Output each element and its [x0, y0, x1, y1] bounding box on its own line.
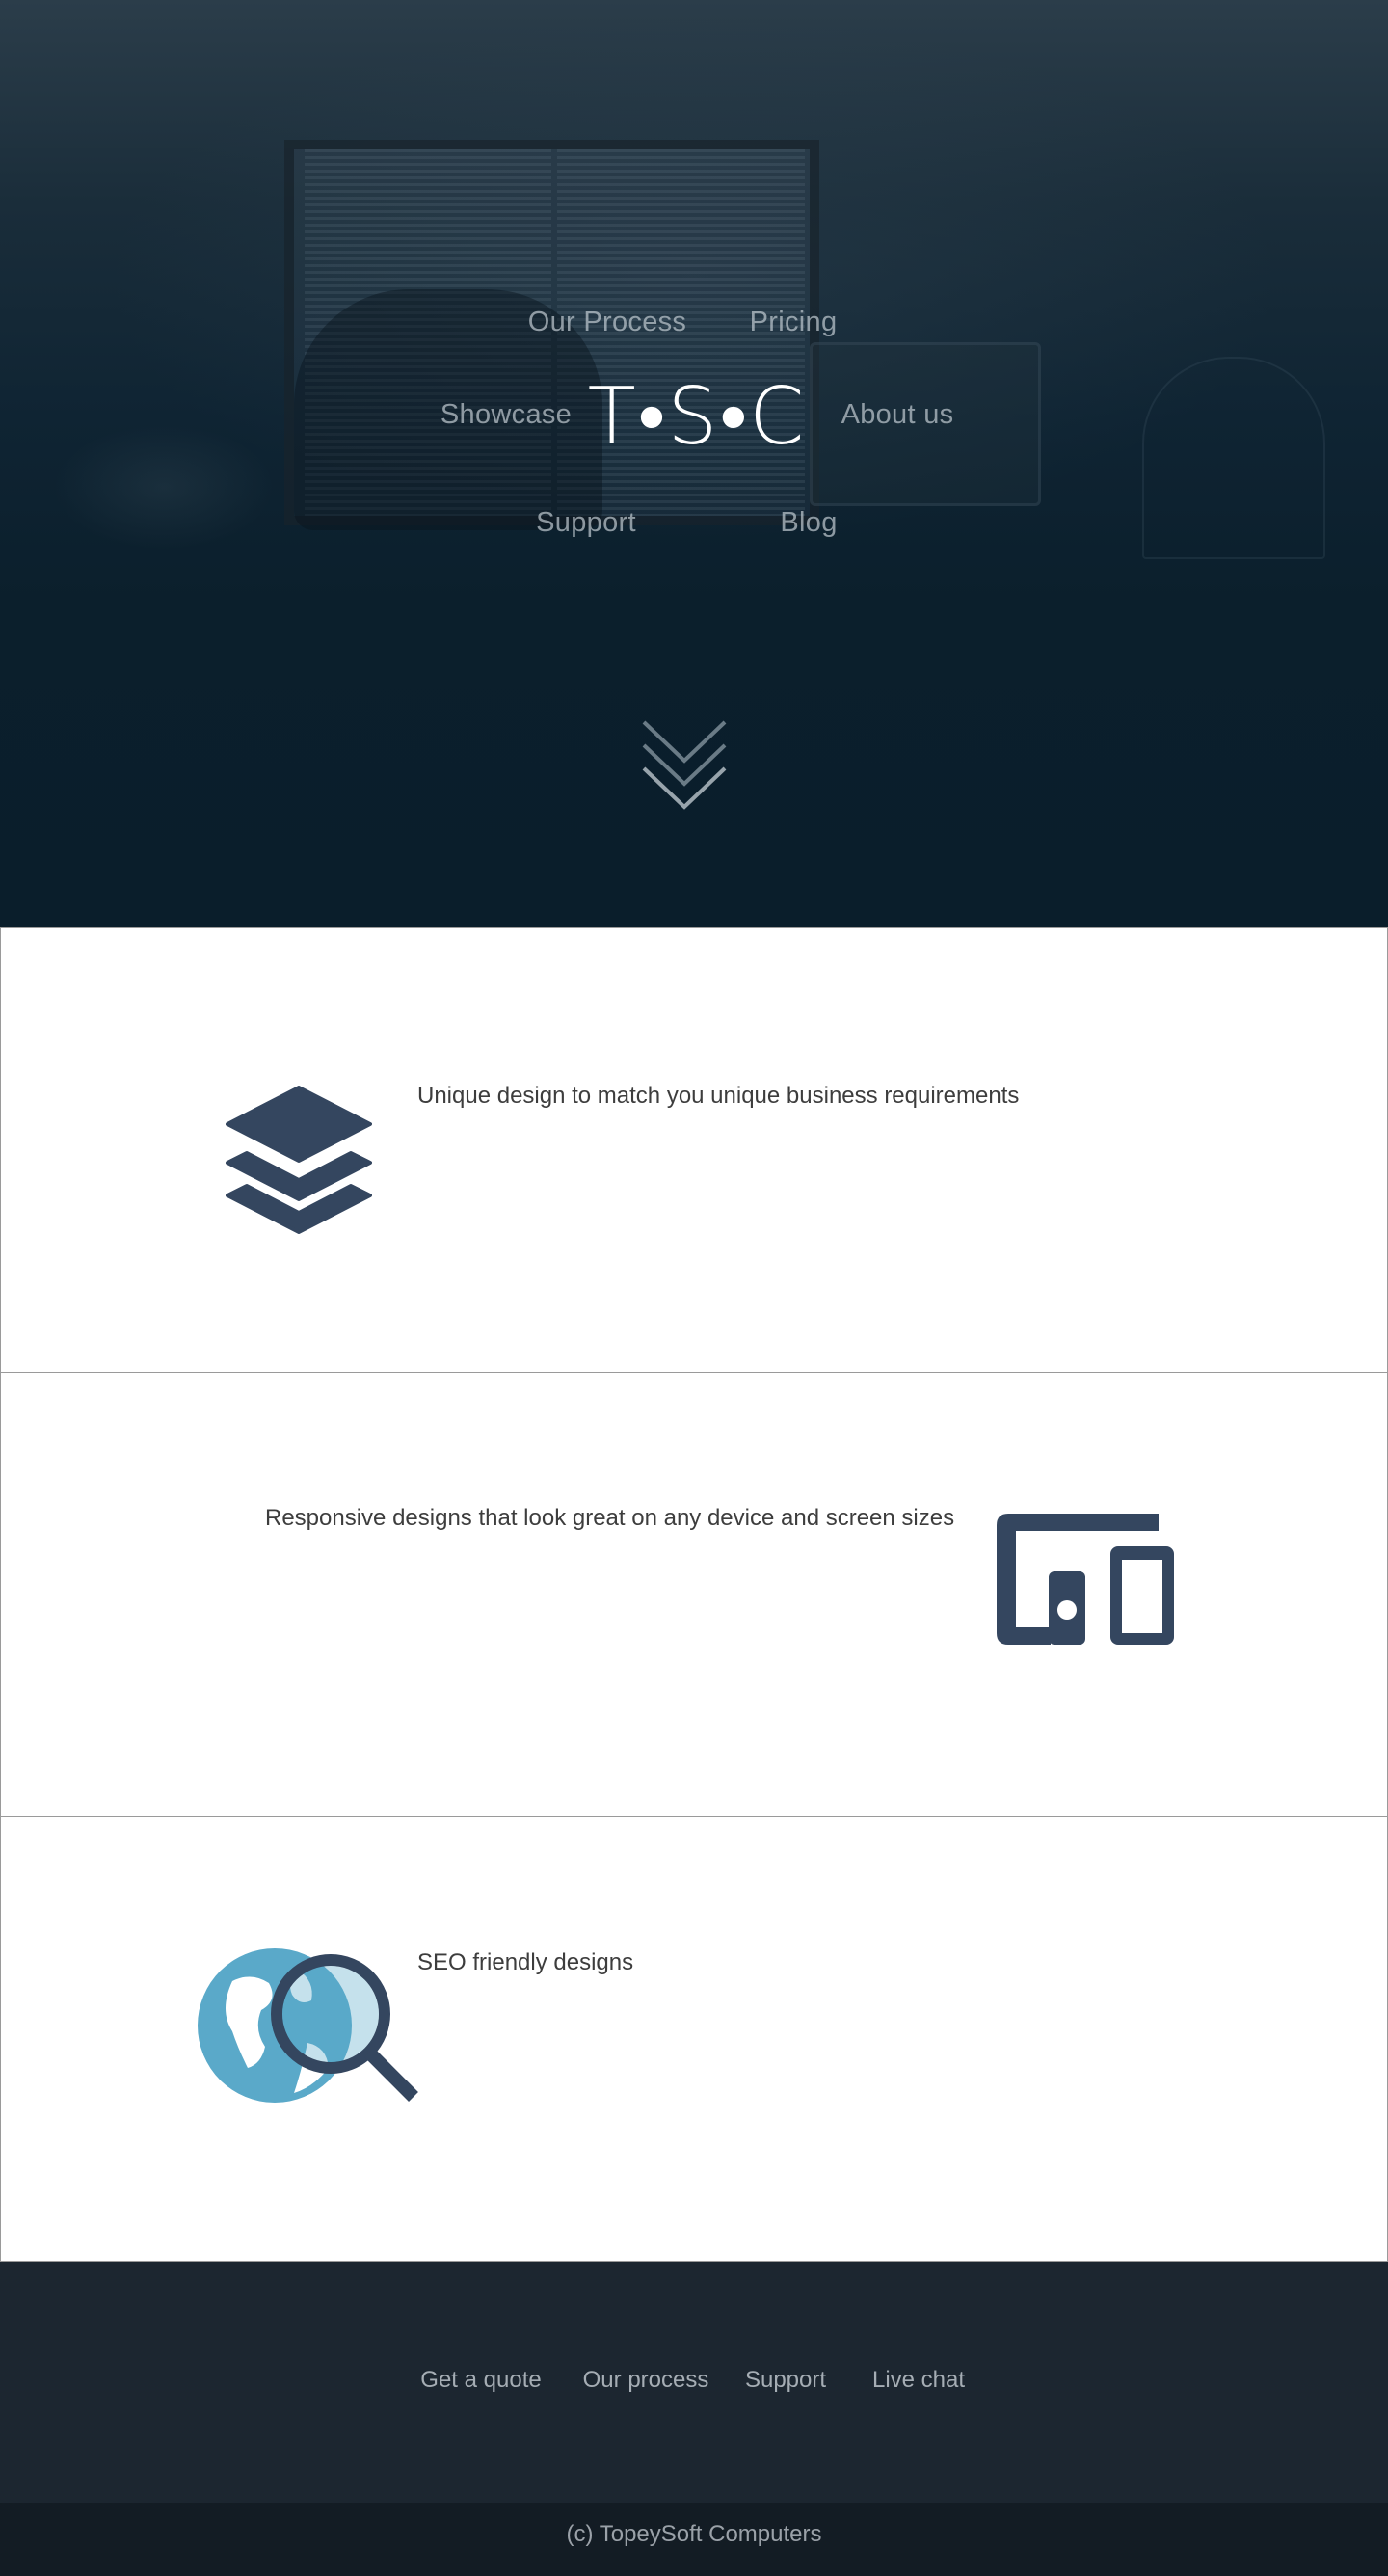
nav-showcase[interactable]: Showcase — [440, 399, 572, 431]
site-logo[interactable]: T•S•C — [588, 371, 807, 463]
devices-icon — [997, 1514, 1174, 1645]
footer-link-live-chat[interactable]: Live chat — [872, 2367, 965, 2394]
feature-text: Unique design to match you unique busine… — [417, 1083, 1020, 1109]
double-chevron-down-icon[interactable] — [640, 718, 729, 810]
nav-our-process[interactable]: Our Process — [528, 307, 686, 338]
footer-link-support[interactable]: Support — [745, 2367, 826, 2394]
footer: Get a quote Our process Support Live cha… — [0, 2262, 1388, 2503]
feature-seo: SEO friendly designs — [0, 1816, 1388, 2262]
feature-unique-design: Unique design to match you unique busine… — [0, 927, 1388, 1373]
nav-support[interactable]: Support — [536, 507, 636, 539]
layers-icon — [226, 1086, 372, 1234]
hero-background-lamp — [1142, 357, 1325, 559]
footer-link-our-process[interactable]: Our process — [583, 2367, 709, 2394]
hero-background-plant — [53, 424, 275, 550]
feature-text: Responsive designs that look great on an… — [265, 1505, 955, 1531]
footer-link-get-a-quote[interactable]: Get a quote — [420, 2367, 541, 2394]
hero-section: Our Process Pricing Showcase T•S•C About… — [0, 0, 1388, 927]
copyright-text: (c) TopeySoft Computers — [0, 2503, 1388, 2576]
feature-responsive: Responsive designs that look great on an… — [0, 1372, 1388, 1817]
nav-blog[interactable]: Blog — [780, 507, 837, 539]
nav-pricing[interactable]: Pricing — [750, 307, 838, 338]
feature-text: SEO friendly designs — [417, 1949, 634, 1975]
globe-search-icon — [198, 1948, 418, 2103]
nav-about-us[interactable]: About us — [841, 399, 954, 431]
